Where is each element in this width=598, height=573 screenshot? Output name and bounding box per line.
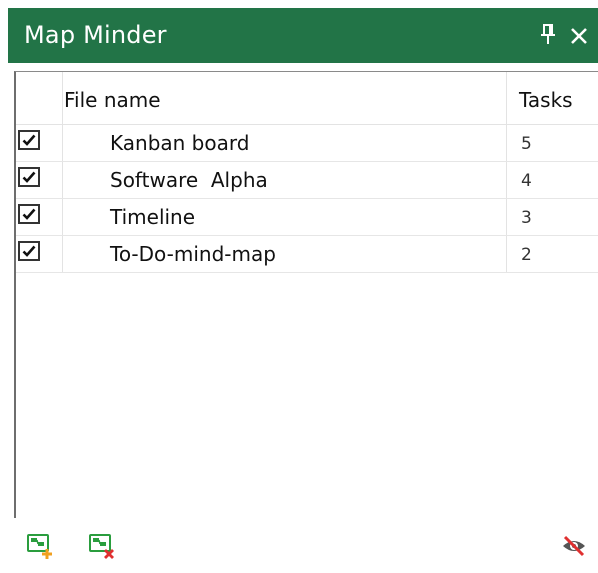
table-row[interactable]: Kanban board 5: [16, 125, 598, 162]
file-name-cell: Kanban board: [110, 131, 250, 155]
grid-header: File name Tasks: [16, 72, 598, 125]
map-minder-pane: Map Minder File name Tasks Kanban board …: [8, 8, 598, 573]
pin-icon[interactable]: [538, 22, 558, 48]
table-row[interactable]: Software Alpha 4: [16, 162, 598, 199]
tasks-cell: 4: [506, 162, 598, 198]
table-row[interactable]: Timeline 3: [16, 199, 598, 236]
tasks-count: 5: [521, 134, 532, 154]
check-cell: [16, 125, 63, 161]
row-checkbox[interactable]: [18, 167, 40, 187]
check-cell: [16, 199, 63, 235]
header-check-column: [16, 72, 63, 124]
file-name-cell: Timeline: [110, 205, 196, 229]
file-name-cell: To-Do-mind-map: [110, 242, 276, 266]
close-icon[interactable]: [568, 22, 590, 48]
tasks-count: 2: [521, 245, 532, 265]
check-cell: [16, 162, 63, 198]
hide-eye-icon[interactable]: [560, 532, 588, 560]
column-header-file-name[interactable]: File name: [64, 88, 161, 112]
tasks-cell: 5: [506, 125, 598, 161]
add-map-icon[interactable]: [26, 532, 54, 560]
bottom-toolbar: [8, 518, 598, 573]
tasks-count: 3: [521, 208, 532, 228]
remove-map-icon[interactable]: [88, 532, 116, 560]
tasks-count: 4: [521, 171, 532, 191]
check-cell: [16, 236, 63, 272]
row-checkbox[interactable]: [18, 130, 40, 150]
row-checkbox[interactable]: [18, 241, 40, 261]
pane-title-bar: Map Minder: [8, 8, 598, 63]
pane-title: Map Minder: [24, 21, 167, 49]
files-grid: File name Tasks Kanban board 5 Software …: [14, 71, 598, 519]
table-row[interactable]: To-Do-mind-map 2: [16, 236, 598, 273]
tasks-cell: 3: [506, 199, 598, 235]
tasks-cell: 2: [506, 236, 598, 272]
row-checkbox[interactable]: [18, 204, 40, 224]
column-header-tasks-cell[interactable]: Tasks: [506, 72, 598, 124]
column-header-tasks[interactable]: Tasks: [519, 88, 573, 112]
file-name-cell: Software Alpha: [110, 168, 268, 192]
